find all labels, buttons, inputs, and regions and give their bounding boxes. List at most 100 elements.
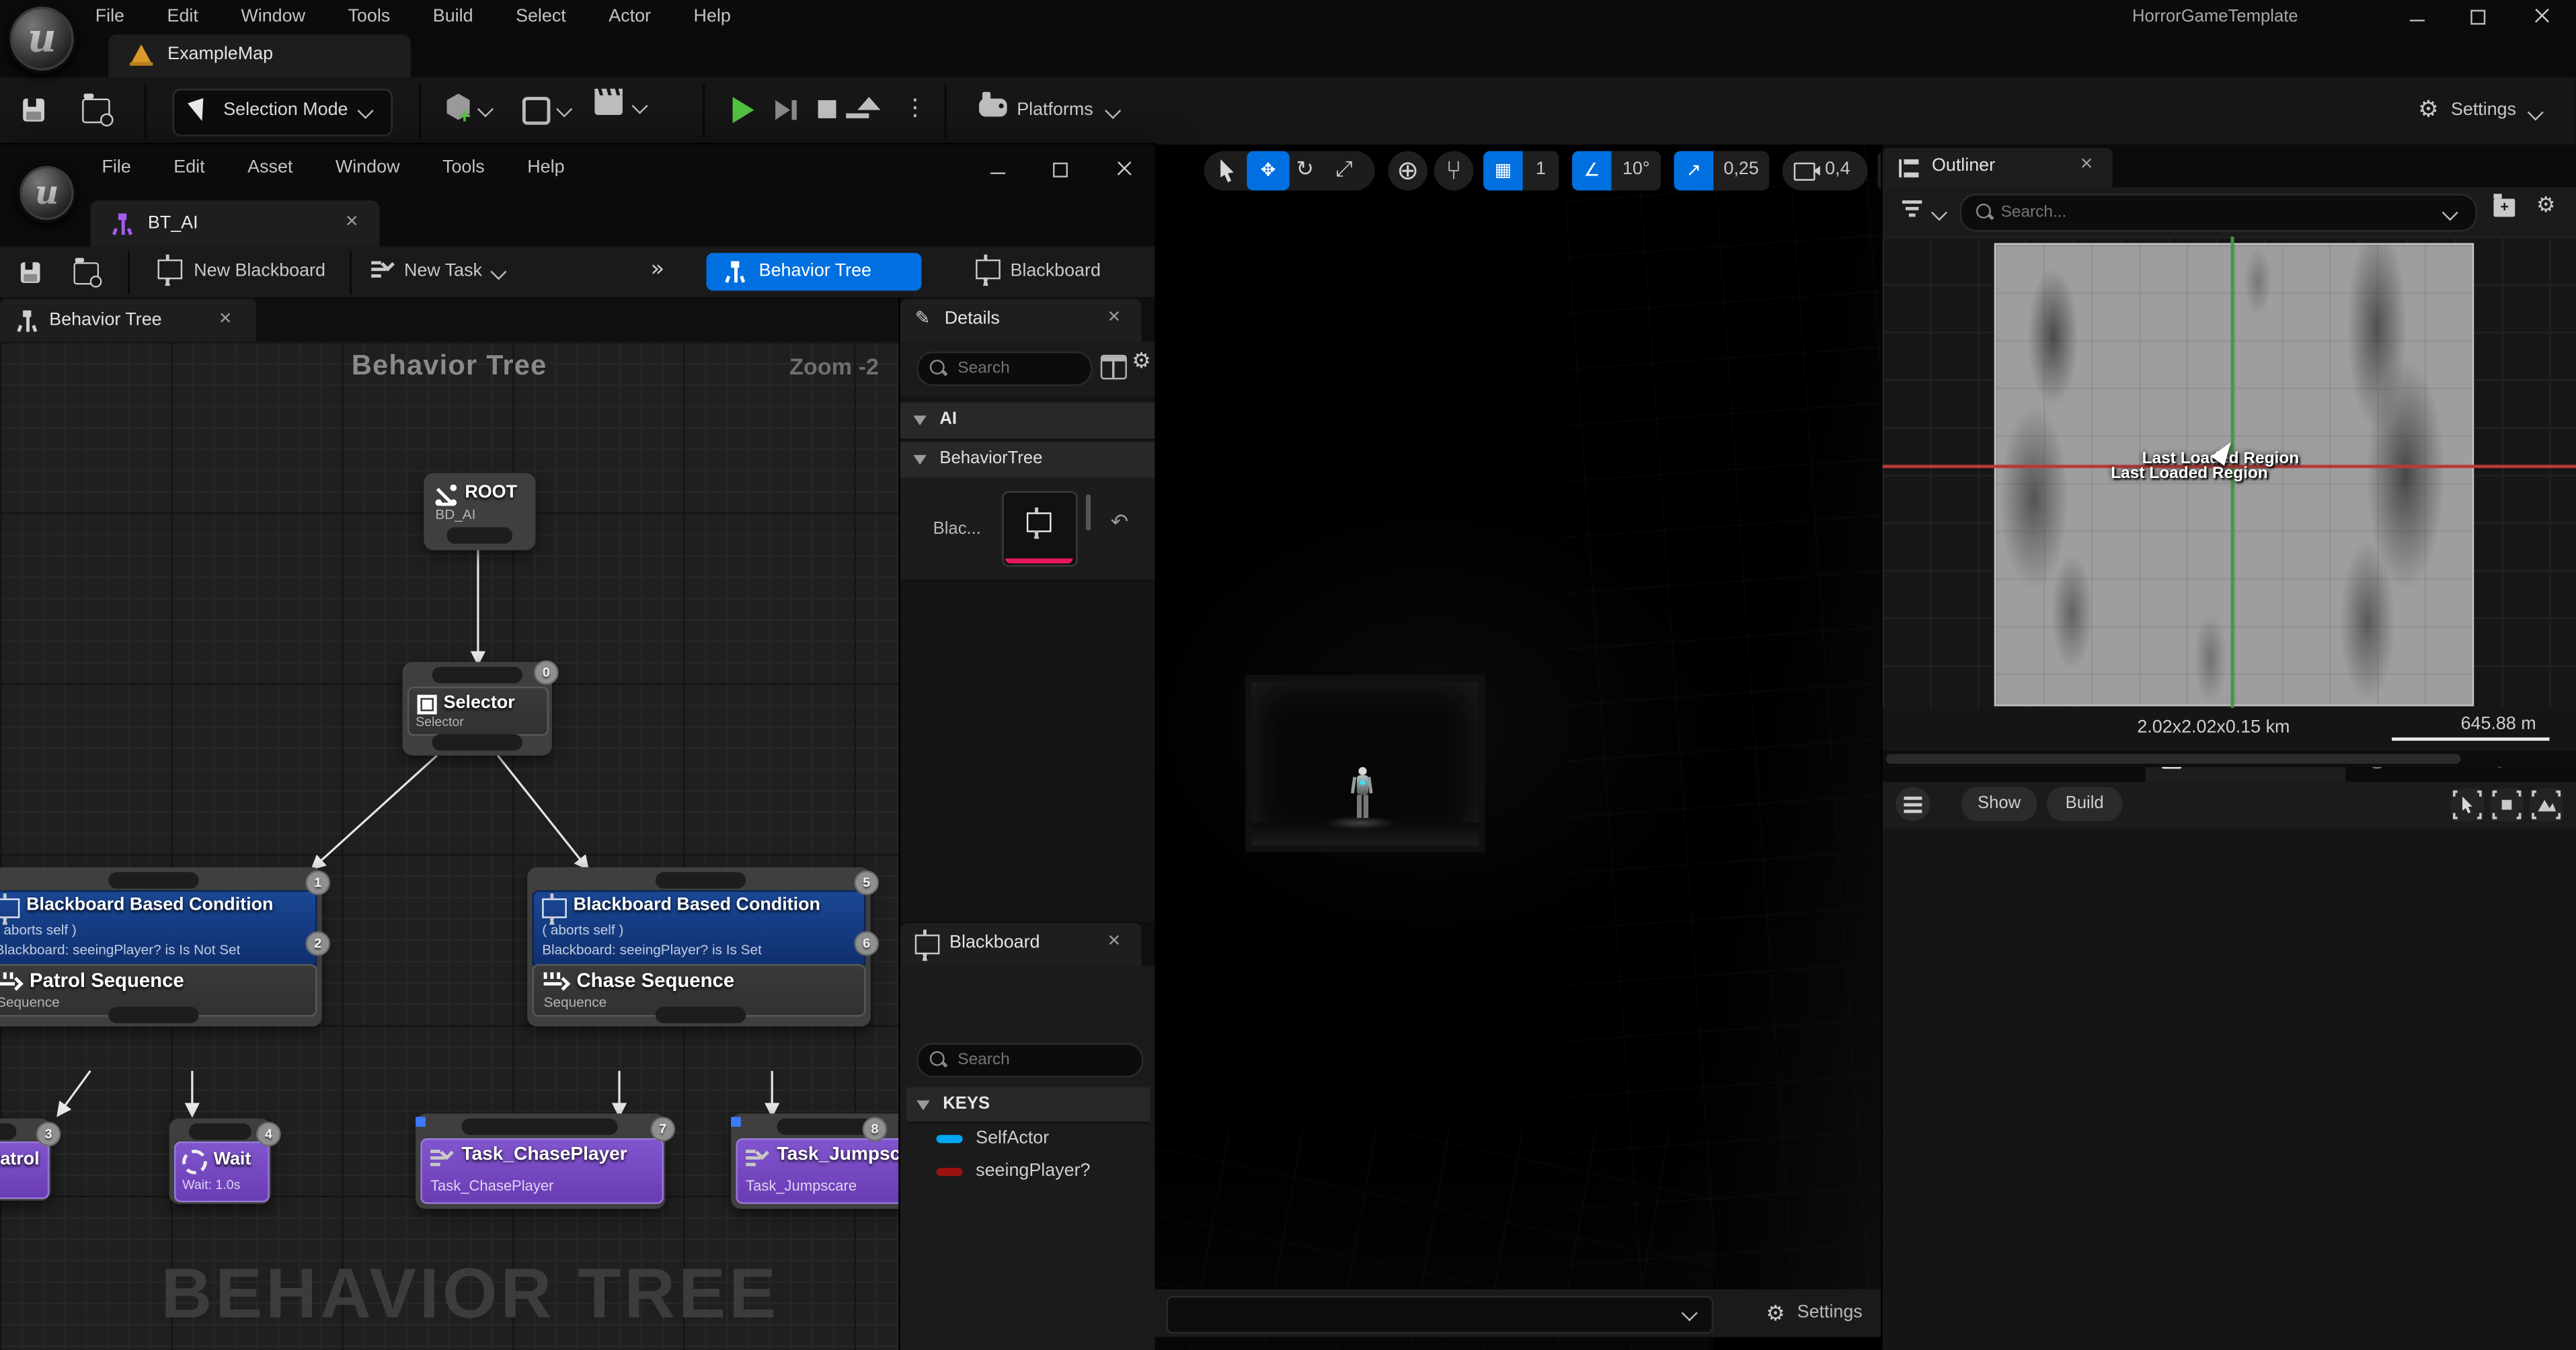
grid-snap-value[interactable]: 1 <box>1523 151 1559 191</box>
settings-dropdown[interactable]: ⚙ Settings <box>2418 95 2439 125</box>
bt-menu-window[interactable]: Window <box>336 158 400 177</box>
wp-focus-world-icon[interactable] <box>2530 789 2563 822</box>
menu-actor[interactable]: Actor <box>609 7 651 26</box>
outliner-settings-icon[interactable]: ⚙ <box>2536 194 2555 219</box>
wp-focus-selection-icon[interactable] <box>2491 789 2524 822</box>
bt-menu-help[interactable]: Help <box>527 158 564 177</box>
scale-snap-toggle[interactable]: ↗ <box>1674 151 1713 191</box>
blackboard-search-input[interactable] <box>954 1046 1117 1074</box>
details-settings-icon[interactable]: ⚙ <box>1132 350 1150 374</box>
bt-tab-close-icon[interactable]: ✕ <box>345 214 358 232</box>
menu-window[interactable]: Window <box>241 7 305 26</box>
rotate-tool-icon[interactable]: ↻ <box>1296 158 1315 183</box>
key-seeingplayer[interactable]: seeingPlayer? <box>907 1156 1150 1189</box>
stop-button[interactable] <box>818 100 836 118</box>
input-pin[interactable] <box>777 1119 876 1135</box>
create-folder-icon[interactable]: + <box>2493 199 2515 217</box>
wp-select-region-icon[interactable] <box>2451 789 2484 822</box>
bt-menu-asset[interactable]: Asset <box>247 158 292 177</box>
level-viewport[interactable]: ✥ ↻ ⤢ ⊕ ⑂ ▦ 1 ∠ 10° ↗ 0,25 0,4 ⊞ ⚙ <box>1155 145 1881 1350</box>
maximize-button[interactable] <box>2469 7 2489 26</box>
move-tool-button[interactable]: ✥ <box>1247 151 1290 191</box>
browse-content-icon[interactable] <box>82 99 110 124</box>
blackboard-search[interactable] <box>916 1043 1143 1077</box>
step-frame-button[interactable] <box>775 100 790 120</box>
new-task-dropdown[interactable]: New Task <box>371 260 393 279</box>
node-patrol-sequence[interactable]: Blackboard Based Condition ( aborts self… <box>0 867 322 1027</box>
rotation-snap-value[interactable]: 10° <box>1612 151 1661 191</box>
menu-select[interactable]: Select <box>516 7 566 26</box>
node-selector[interactable]: Selector Selector 0 <box>403 662 552 756</box>
bt-minimize-button[interactable] <box>989 159 1009 179</box>
output-pin[interactable] <box>656 1007 746 1023</box>
save-icon[interactable] <box>23 99 44 122</box>
wp-menu-button[interactable] <box>1896 787 1930 821</box>
details-search-input[interactable] <box>954 355 1081 383</box>
menu-build[interactable]: Build <box>433 7 473 26</box>
node-task-wait[interactable]: Wait Wait: 1.0s 4 <box>169 1119 271 1204</box>
node-chase-sequence[interactable]: Blackboard Based Condition ( aborts self… <box>527 867 871 1027</box>
tab-outliner[interactable]: Outliner ✕ <box>1883 148 2113 188</box>
outliner-search[interactable] <box>1959 194 2477 231</box>
surface-snap-icon[interactable]: ⑂ <box>1434 151 1474 191</box>
grid-snap-toggle[interactable]: ▦ <box>1483 151 1523 191</box>
output-pin[interactable] <box>108 1007 198 1023</box>
graph-tab-close-icon[interactable]: ✕ <box>219 311 232 329</box>
new-blackboard-button[interactable]: New Blackboard <box>158 260 183 279</box>
node-task-patrol[interactable]: Patrol 3 <box>0 1119 51 1201</box>
filter-chevron-icon[interactable] <box>1931 204 1947 221</box>
minimap-hscrollbar[interactable] <box>1886 754 2461 764</box>
outliner-search-input[interactable] <box>1998 197 2364 228</box>
thumb-scrollbar[interactable] <box>1086 494 1091 530</box>
eject-button[interactable] <box>857 97 880 110</box>
overflow-chevrons-icon[interactable]: » <box>650 256 664 282</box>
blackboard-asset-thumbnail[interactable] <box>1002 491 1077 566</box>
property-matrix-icon[interactable] <box>1101 355 1127 380</box>
output-pin[interactable] <box>432 734 522 750</box>
wp-build-button[interactable]: Build <box>2047 787 2122 821</box>
close-button[interactable] <box>2533 7 2552 26</box>
bt-save-icon[interactable] <box>21 262 40 283</box>
search-options-chevron-icon[interactable] <box>2442 204 2458 221</box>
key-selfactor[interactable]: SelfActor <box>907 1123 1150 1156</box>
details-search[interactable] <box>916 352 1092 386</box>
world-partition-minimap[interactable]: Last Loaded Region Last Loaded Region <box>1883 237 2576 708</box>
select-tool-icon[interactable] <box>1219 159 1237 182</box>
tab-bt-ai[interactable]: BT_AI ✕ <box>90 200 379 246</box>
camera-speed-button[interactable]: 0,4 <box>1783 151 1868 191</box>
menu-tools[interactable]: Tools <box>348 7 390 26</box>
input-pin[interactable] <box>189 1123 251 1140</box>
scale-tool-icon[interactable]: ⤢ <box>1335 158 1352 183</box>
outliner-close-icon[interactable]: ✕ <box>2080 156 2093 174</box>
reset-property-icon[interactable]: ↶ <box>1110 511 1128 536</box>
tab-details[interactable]: ✎ Details ✕ <box>900 299 1142 342</box>
add-actor-button[interactable]: + <box>446 93 469 120</box>
cinematics-button[interactable] <box>594 93 623 115</box>
behavior-tree-graph-canvas[interactable]: Behavior Tree Zoom -2 BEHAVIOR TREE <box>0 342 898 1350</box>
tab-examplemap[interactable]: ExampleMap <box>108 34 411 77</box>
bt-close-button[interactable] <box>1116 159 1135 179</box>
section-behaviortree[interactable]: BehaviorTree <box>900 442 1157 479</box>
play-options-kebab-icon[interactable]: ⋮ <box>904 95 927 122</box>
selection-mode-dropdown[interactable]: Selection Mode <box>173 89 393 136</box>
keys-section[interactable]: KEYS <box>907 1087 1150 1123</box>
menu-help[interactable]: Help <box>694 7 731 26</box>
filter-icon[interactable] <box>1902 200 1925 220</box>
tab-blackboard[interactable]: Blackboard ✕ <box>900 923 1142 966</box>
bt-menu-edit[interactable]: Edit <box>173 158 204 177</box>
content-dropdown[interactable] <box>1167 1296 1714 1334</box>
bt-maximize-button[interactable] <box>1052 159 1071 179</box>
behavior-tree-mode-button[interactable]: Behavior Tree <box>706 253 921 290</box>
bt-menu-tools[interactable]: Tools <box>442 158 485 177</box>
input-pin[interactable] <box>432 667 522 683</box>
node-task-jumpscare[interactable]: Task_Jumpscare Task_Jumpscare 8 <box>731 1113 898 1209</box>
scale-snap-value[interactable]: 0,25 <box>1713 151 1769 191</box>
minimize-button[interactable] <box>2408 7 2427 26</box>
details-close-icon[interactable]: ✕ <box>1107 309 1121 327</box>
menu-edit[interactable]: Edit <box>167 7 198 26</box>
bt-menu-file[interactable]: File <box>102 158 130 177</box>
blueprints-button[interactable] <box>522 97 551 125</box>
bt-browse-icon[interactable] <box>74 262 99 284</box>
node-root[interactable]: ROOT BD_AI <box>424 473 535 551</box>
wp-show-button[interactable]: Show <box>1961 787 2037 821</box>
